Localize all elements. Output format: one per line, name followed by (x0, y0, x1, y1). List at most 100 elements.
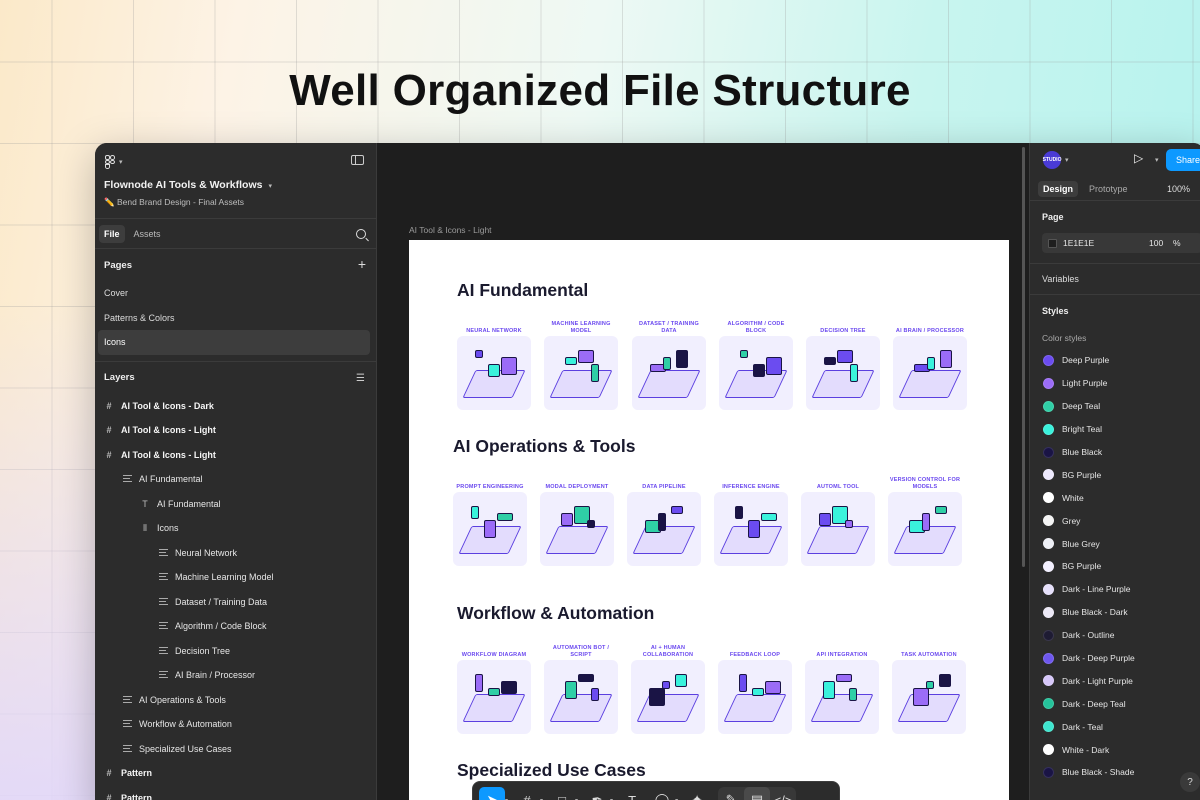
color-style-item[interactable]: BG Purple (1030, 463, 1200, 486)
color-style-item[interactable]: Deep Teal (1030, 395, 1200, 418)
page-item-icons[interactable]: Icons (98, 330, 370, 355)
layer-item[interactable]: Decision Tree (95, 639, 376, 664)
share-button[interactable]: Share (1166, 149, 1200, 171)
help-icon[interactable]: ? (1180, 772, 1200, 792)
tab-design[interactable]: Design (1038, 180, 1079, 197)
layer-item[interactable]: Algorithm / Code Block (95, 614, 376, 639)
icon-card[interactable]: WORKFLOW DIAGRAM (457, 640, 531, 734)
layer-item[interactable]: Workflow & Automation (95, 712, 376, 737)
page-item-cover[interactable]: Cover (98, 281, 370, 306)
color-style-item[interactable]: Blue Black (1030, 441, 1200, 464)
icon-card[interactable]: AI BRAIN / PROCESSOR (893, 316, 967, 410)
project-location[interactable]: ✏️ Bend Brand Design - Final Assets (104, 197, 244, 208)
layer-item[interactable]: # AI Tool & Icons - Light (95, 418, 376, 443)
chevron-down-icon[interactable]: ▾ (610, 797, 613, 800)
chevron-down-icon[interactable]: ▾ (675, 797, 678, 800)
color-style-item[interactable]: Light Purple (1030, 372, 1200, 395)
color-style-item[interactable]: Dark - Outline (1030, 624, 1200, 647)
icon-card[interactable]: DATA PIPELINE (627, 472, 701, 566)
layer-item[interactable]: Specialized Use Cases (95, 737, 376, 762)
actions-icon[interactable]: ✦ (684, 787, 710, 800)
icon-card[interactable]: AUTOMATION BOT / SCRIPT (544, 640, 618, 734)
layer-item[interactable]: # Pattern (95, 761, 376, 786)
chevron-down-icon[interactable]: ▾ (1065, 156, 1069, 164)
layer-item[interactable]: # AI Tool & Icons - Light (95, 443, 376, 468)
chevron-down-icon[interactable]: ▾ (1155, 156, 1159, 164)
icon-card[interactable]: TASK AUTOMATION (892, 640, 966, 734)
icon-card[interactable]: ALGORITHM / CODE BLOCK (719, 316, 793, 410)
color-styles-header[interactable]: Color styles (1030, 327, 1200, 349)
chevron-down-icon[interactable]: ▾ (540, 797, 543, 800)
icon-card[interactable]: FEEDBACK LOOP (718, 640, 792, 734)
main-menu-button[interactable]: ▾ (105, 155, 123, 169)
layer-item[interactable]: T AI Fundamental (95, 492, 376, 517)
design-mode-icon[interactable]: ▤ (744, 787, 771, 800)
shape-tool-icon[interactable]: □ (549, 787, 575, 800)
color-style-item[interactable]: Dark - Teal (1030, 715, 1200, 738)
variables-row[interactable]: Variables (1030, 264, 1200, 294)
layer-item[interactable]: AI Brain / Processor (95, 663, 376, 688)
icon-card[interactable]: VERSION CONTROL FOR MODELS (888, 472, 962, 566)
tab-assets[interactable]: Assets (129, 225, 166, 243)
icon-card[interactable]: MODAL DEPLOYMENT (540, 472, 614, 566)
layer-item[interactable]: # AI Tool & Icons - Dark (95, 394, 376, 419)
color-style-item[interactable]: Dark - Deep Teal (1030, 692, 1200, 715)
comment-tool-icon[interactable]: ◯ (649, 787, 675, 800)
icon-card[interactable]: PROMPT ENGINEERING (453, 472, 527, 566)
avatar[interactable]: STUDIO (1043, 151, 1061, 169)
fill-swatch[interactable] (1048, 238, 1057, 248)
tab-file[interactable]: File (99, 224, 125, 243)
fill-opacity[interactable]: 100 (1149, 238, 1167, 248)
chevron-down-icon[interactable]: ▾ (505, 797, 508, 800)
zoom-level[interactable]: 100% (1167, 184, 1190, 194)
color-style-item[interactable]: Blue Black - Dark (1030, 601, 1200, 624)
color-style-item[interactable]: Dark - Line Purple (1030, 578, 1200, 601)
color-style-item[interactable]: Blue Grey (1030, 532, 1200, 555)
color-style-item[interactable]: Dark - Deep Purple (1030, 647, 1200, 670)
color-style-item[interactable]: Grey (1030, 509, 1200, 532)
icon-card[interactable]: AI + HUMAN COLLABORATION (631, 640, 705, 734)
layer-item[interactable]: ⫴ Icons (95, 516, 376, 541)
fill-hex[interactable]: 1E1E1E (1063, 238, 1143, 248)
color-style-item[interactable]: Bright Teal (1030, 418, 1200, 441)
layer-item[interactable]: AI Fundamental (95, 467, 376, 492)
icon-card[interactable]: DATASET / TRAINING DATA (632, 316, 706, 410)
color-style-item[interactable]: BG Purple (1030, 555, 1200, 578)
dev-mode-icon[interactable]: </> (770, 787, 796, 800)
present-play-icon[interactable]: ▷ (1134, 151, 1143, 165)
color-style-item[interactable]: White (1030, 486, 1200, 509)
color-style-item[interactable]: Dark - Light Purple (1030, 669, 1200, 692)
tab-prototype[interactable]: Prototype (1084, 181, 1133, 197)
text-tool-icon[interactable]: T (619, 787, 645, 800)
search-icon[interactable] (356, 229, 366, 239)
frame-tool-icon[interactable]: # (514, 787, 540, 800)
icon-card[interactable]: DECISION TREE (806, 316, 880, 410)
section-title[interactable]: Specialized Use Cases (457, 760, 646, 781)
color-style-item[interactable]: Deep Purple (1030, 349, 1200, 372)
frame-label[interactable]: AI Tool & Icons - Light (409, 225, 492, 235)
layer-item[interactable]: Neural Network (95, 541, 376, 566)
page-item-patterns-colors[interactable]: Patterns & Colors (98, 306, 370, 331)
layer-item[interactable]: AI Operations & Tools (95, 688, 376, 713)
layer-item[interactable]: Machine Learning Model (95, 565, 376, 590)
add-page-icon[interactable]: + (358, 257, 366, 271)
chevron-down-icon[interactable]: ▾ (575, 797, 578, 800)
icon-card[interactable]: INFERENCE ENGINE (714, 472, 788, 566)
icon-card[interactable]: API INTEGRATION (805, 640, 879, 734)
color-style-item[interactable]: Blue Black - Shade (1030, 761, 1200, 784)
icon-card[interactable]: MACHINE LEARNING MODEL (544, 316, 618, 410)
icon-card[interactable]: AUTOML TOOL (801, 472, 875, 566)
layer-item[interactable]: # Pattern (95, 786, 376, 800)
sidebar-toggle-icon[interactable] (351, 155, 364, 165)
icon-card[interactable]: NEURAL NETWORK (457, 316, 531, 410)
artboard[interactable]: AI Fundamental NEURAL NETWORK MACHINE LEAR… (409, 240, 1009, 800)
section-title[interactable]: Workflow & Automation (457, 603, 654, 624)
color-style-item[interactable]: White - Dark (1030, 738, 1200, 761)
layer-item[interactable]: Dataset / Training Data (95, 590, 376, 615)
canvas[interactable]: AI Tool & Icons - Light AI Fundamental NE… (377, 143, 1029, 800)
move-icon[interactable]: ➤ (479, 787, 505, 800)
section-title[interactable]: AI Fundamental (457, 280, 588, 301)
collapse-layers-icon[interactable]: ☰ (356, 373, 365, 384)
page-fill-field[interactable]: 1E1E1E 100 % (1042, 233, 1200, 253)
canvas-scrollbar[interactable] (1022, 147, 1025, 567)
